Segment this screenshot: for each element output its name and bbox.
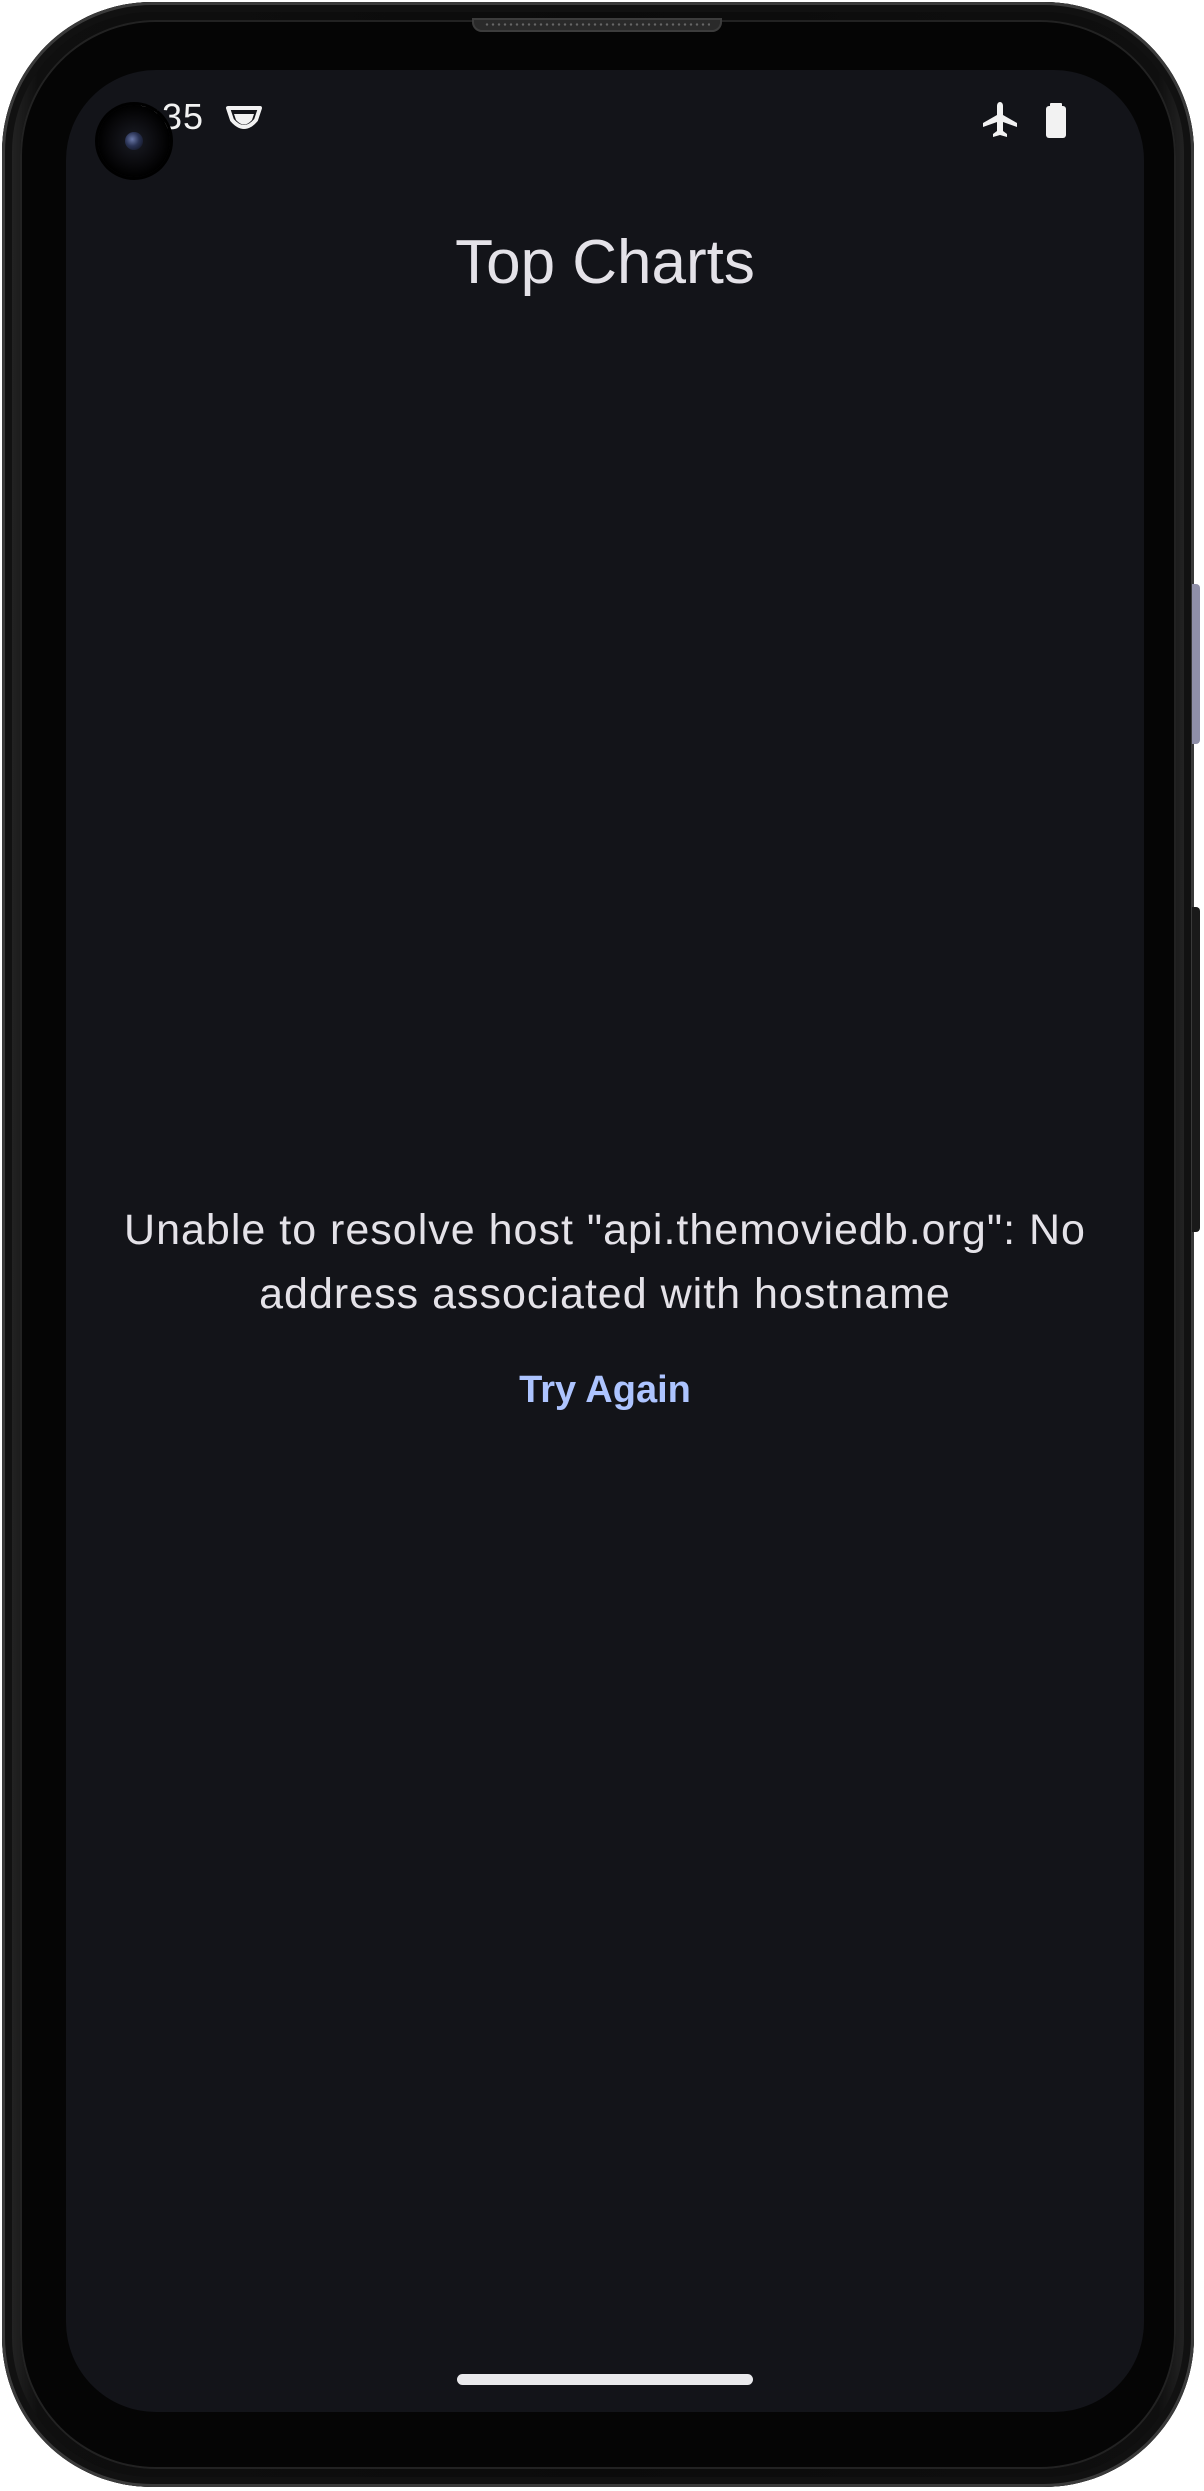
error-message: Unable to resolve host "api.themoviedb.o… bbox=[124, 1206, 1086, 1318]
vpn-key-icon bbox=[226, 106, 262, 129]
volume-button bbox=[1192, 584, 1200, 744]
airplane-mode-icon bbox=[983, 102, 1017, 137]
speaker-grill bbox=[484, 22, 710, 27]
try-again-button[interactable]: Try Again bbox=[480, 1350, 730, 1430]
battery-icon bbox=[1046, 103, 1066, 138]
page-title: Top Charts bbox=[455, 227, 755, 297]
front-camera bbox=[98, 105, 170, 177]
camera-lens bbox=[125, 132, 143, 150]
status-bar: 4:35 bbox=[66, 70, 1144, 177]
app-screen: 4:35 Top Charts Unable to resolve host "… bbox=[66, 70, 1144, 2412]
power-button bbox=[1192, 907, 1200, 1232]
earpiece-speaker bbox=[472, 18, 722, 32]
phone-frame: 4:35 Top Charts Unable to resolve host "… bbox=[2, 2, 1200, 2487]
home-gesture-bar[interactable] bbox=[457, 2374, 753, 2385]
